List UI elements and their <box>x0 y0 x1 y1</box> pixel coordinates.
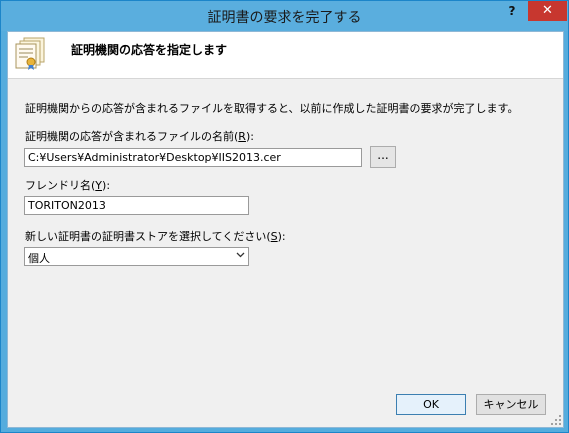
friendly-name-label: フレンドリ名(Y): <box>25 179 111 192</box>
dialog-window: 証明書の要求を完了する ? ✕ 証明機関の応答を指定します 証明機関からの応答が… <box>0 0 569 433</box>
certificate-icon <box>15 37 45 70</box>
help-button[interactable]: ? <box>499 1 525 21</box>
cancel-button[interactable]: キャンセル <box>476 394 546 415</box>
ok-button[interactable]: OK <box>396 394 466 415</box>
resize-grip-icon[interactable] <box>550 414 562 426</box>
wizard-header: 証明機関の応答を指定します <box>8 32 563 79</box>
file-name-input[interactable]: C:¥Users¥Administrator¥Desktop¥IIS2013.c… <box>24 148 362 167</box>
chevron-down-icon <box>236 252 245 258</box>
friendly-name-input[interactable]: TORITON2013 <box>24 196 249 215</box>
certificate-store-select[interactable]: 個人 <box>24 247 249 266</box>
certificate-store-label: 新しい証明書の証明書ストアを選択してください(S): <box>25 230 286 243</box>
certificate-store-value: 個人 <box>28 252 50 265</box>
title-bar[interactable]: 証明書の要求を完了する ? ✕ <box>1 1 568 31</box>
file-name-label: 証明機関の応答が含まれるファイルの名前(R): <box>25 130 254 143</box>
close-button[interactable]: ✕ <box>528 1 567 21</box>
description-text: 証明機関からの応答が含まれるファイルを取得すると、以前に作成した証明書の要求が完… <box>25 102 519 115</box>
dialog-body: 証明機関の応答を指定します 証明機関からの応答が含まれるファイルを取得すると、以… <box>7 31 564 428</box>
header-title: 証明機関の応答を指定します <box>71 43 228 57</box>
window-title: 証明書の要求を完了する <box>207 10 362 26</box>
browse-button[interactable]: ... <box>370 146 396 168</box>
